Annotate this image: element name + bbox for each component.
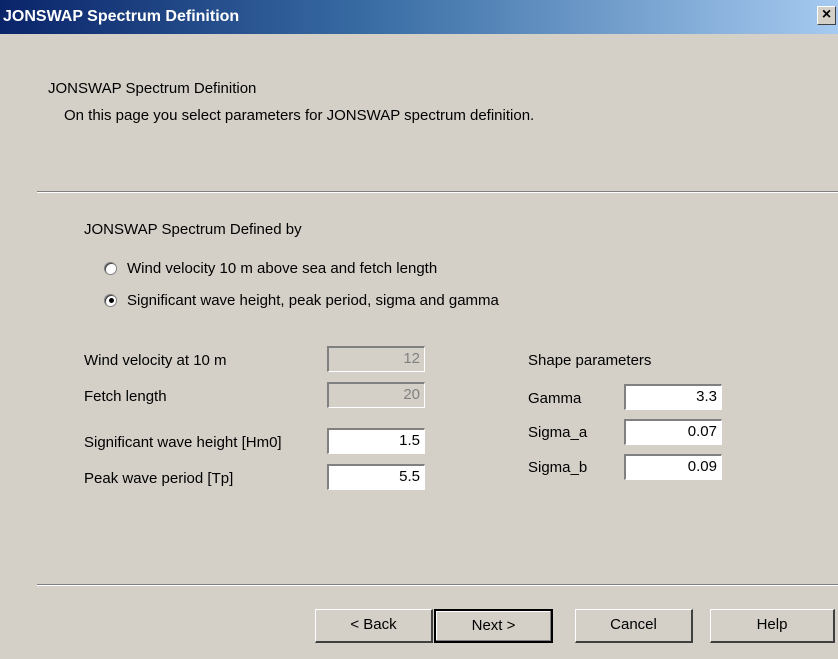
radio-wind-fetch-label: Wind velocity 10 m above sea and fetch l… <box>127 259 438 277</box>
radio-hs-tp-sigma-gamma[interactable]: Significant wave height, peak period, si… <box>104 290 499 310</box>
fetch-length-field[interactable]: 20 <box>327 382 425 408</box>
peak-period-label: Peak wave period [Tp] <box>84 470 234 487</box>
radio-button-icon[interactable] <box>104 261 117 275</box>
wind-velocity-label: Wind velocity at 10 m <box>84 352 227 369</box>
radio-dot-icon <box>108 298 114 303</box>
gamma-field[interactable]: 3.3 <box>624 384 722 410</box>
window-title: JONSWAP Spectrum Definition <box>3 8 240 25</box>
wind-velocity-field[interactable]: 12 <box>327 346 425 372</box>
peak-period-field[interactable]: 5.5 <box>327 464 425 490</box>
sigma-b-field[interactable]: 0.09 <box>624 454 722 480</box>
radio-button-selected-icon[interactable] <box>104 293 117 307</box>
close-icon[interactable]: × <box>817 6 836 25</box>
title-bar[interactable]: JONSWAP Spectrum Definition × <box>0 0 838 34</box>
sigma-a-label: Sigma_a <box>528 424 588 441</box>
fetch-length-label: Fetch length <box>84 388 167 405</box>
sigma-b-label: Sigma_b <box>528 459 588 476</box>
bottom-separator <box>37 584 838 586</box>
definition-group-label: JONSWAP Spectrum Defined by <box>84 221 302 238</box>
shape-parameters-label: Shape parameters <box>528 352 652 369</box>
sigma-a-field[interactable]: 0.07 <box>624 419 722 445</box>
page-title: JONSWAP Spectrum Definition <box>48 80 257 97</box>
gamma-label: Gamma <box>528 390 582 407</box>
next-button[interactable]: Next > <box>434 609 553 643</box>
back-button[interactable]: < Back <box>315 609 433 643</box>
radio-hs-tp-sigma-gamma-label: Significant wave height, peak period, si… <box>127 291 499 309</box>
sig-wave-height-field[interactable]: 1.5 <box>327 428 425 454</box>
help-button[interactable]: Help <box>710 609 835 643</box>
sig-wave-height-label: Significant wave height [Hm0] <box>84 434 282 451</box>
radio-wind-fetch[interactable]: Wind velocity 10 m above sea and fetch l… <box>104 258 437 278</box>
jonswap-dialog: JONSWAP Spectrum Definition × JONSWAP Sp… <box>0 0 838 659</box>
cancel-button[interactable]: Cancel <box>575 609 693 643</box>
top-separator <box>37 191 838 193</box>
page-description: On this page you select parameters for J… <box>64 107 535 124</box>
